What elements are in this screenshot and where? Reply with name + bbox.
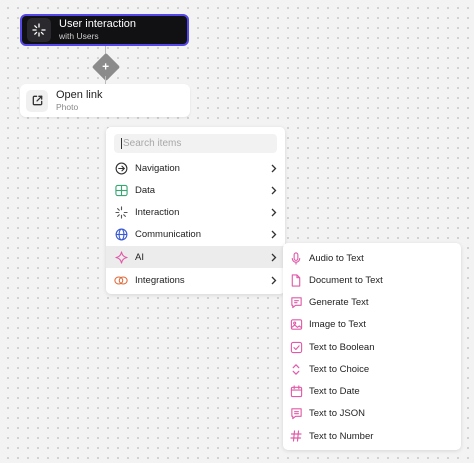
submenu-item-image-to-text[interactable]: Image to Text — [283, 314, 461, 334]
trigger-node-subtitle: with Users — [59, 31, 99, 42]
document-icon — [289, 273, 303, 287]
action-node-subtitle: Photo — [56, 101, 79, 112]
submenu-item-label: Document to Text — [309, 274, 383, 286]
search-input[interactable]: Search items — [114, 134, 277, 153]
menu-item-label: Communication — [135, 228, 201, 240]
submenu-item-label: Text to Number — [309, 430, 374, 442]
chevron-right-icon — [271, 230, 277, 239]
submenu-item-document-to-text[interactable]: Document to Text — [283, 270, 461, 290]
submenu-item-generate-text[interactable]: Generate Text — [283, 292, 461, 312]
chevron-right-icon — [271, 186, 277, 195]
submenu-item-text-to-number[interactable]: Text to Number — [283, 426, 461, 446]
navigation-icon — [113, 160, 129, 176]
action-node-title: Open link — [56, 88, 103, 101]
search-placeholder: Search items — [123, 138, 182, 149]
submenu-item-text-to-choice[interactable]: Text to Choice — [283, 359, 461, 379]
up-down-arrows-icon — [289, 362, 303, 376]
submenu-item-text-to-json[interactable]: Text to JSON — [283, 403, 461, 423]
add-step-button[interactable]: + — [91, 52, 121, 82]
text-caret — [121, 138, 122, 149]
item-picker-menu: Search items Navigation Data Interaction… — [106, 127, 285, 294]
interaction-icon — [27, 18, 51, 42]
json-bubble-icon — [289, 406, 303, 420]
chat-bubble-icon — [289, 295, 303, 309]
submenu-item-label: Generate Text — [309, 296, 369, 308]
menu-item-label: AI — [135, 251, 144, 263]
menu-item-communication[interactable]: Communication — [106, 223, 285, 245]
plus-icon: + — [102, 59, 110, 74]
chevron-right-icon — [271, 253, 277, 262]
globe-icon — [113, 226, 129, 242]
menu-item-ai[interactable]: AI — [106, 246, 285, 268]
submenu-item-audio-to-text[interactable]: Audio to Text — [283, 248, 461, 268]
menu-item-data[interactable]: Data — [106, 179, 285, 201]
submenu-item-label: Text to Boolean — [309, 341, 375, 353]
menu-item-integrations[interactable]: Integrations — [106, 269, 285, 291]
menu-item-label: Integrations — [135, 274, 185, 286]
ai-sparkle-icon — [113, 249, 129, 265]
hash-icon — [289, 429, 303, 443]
menu-item-label: Interaction — [135, 206, 180, 218]
data-table-icon — [113, 182, 129, 198]
menu-item-label: Data — [135, 184, 156, 196]
submenu-item-label: Audio to Text — [309, 252, 364, 264]
chevron-right-icon — [271, 164, 277, 173]
microphone-icon — [289, 251, 303, 265]
action-node[interactable]: Open link Photo — [20, 84, 190, 117]
image-icon — [289, 317, 303, 331]
submenu-item-text-to-boolean[interactable]: Text to Boolean — [283, 337, 461, 357]
submenu-item-label: Text to JSON — [309, 407, 365, 419]
menu-item-label: Navigation — [135, 162, 180, 174]
connector-line-bottom — [105, 76, 106, 84]
chevron-right-icon — [271, 208, 277, 217]
menu-item-interaction[interactable]: Interaction — [106, 201, 285, 223]
external-link-icon — [26, 89, 48, 112]
calendar-icon — [289, 384, 303, 398]
submenu-item-label: Text to Choice — [309, 363, 370, 375]
integrations-icon — [113, 272, 129, 288]
checkbox-icon — [289, 340, 303, 354]
menu-item-navigation[interactable]: Navigation — [106, 157, 285, 179]
interaction-icon — [113, 204, 129, 220]
trigger-node-title: User interaction — [59, 18, 137, 31]
chevron-right-icon — [271, 276, 277, 285]
submenu-item-label: Text to Date — [309, 385, 360, 397]
trigger-node[interactable]: User interaction with Users — [20, 14, 189, 46]
submenu-item-text-to-date[interactable]: Text to Date — [283, 381, 461, 401]
ai-submenu: Audio to Text Document to Text Generate … — [283, 243, 461, 450]
submenu-item-label: Image to Text — [309, 318, 366, 330]
